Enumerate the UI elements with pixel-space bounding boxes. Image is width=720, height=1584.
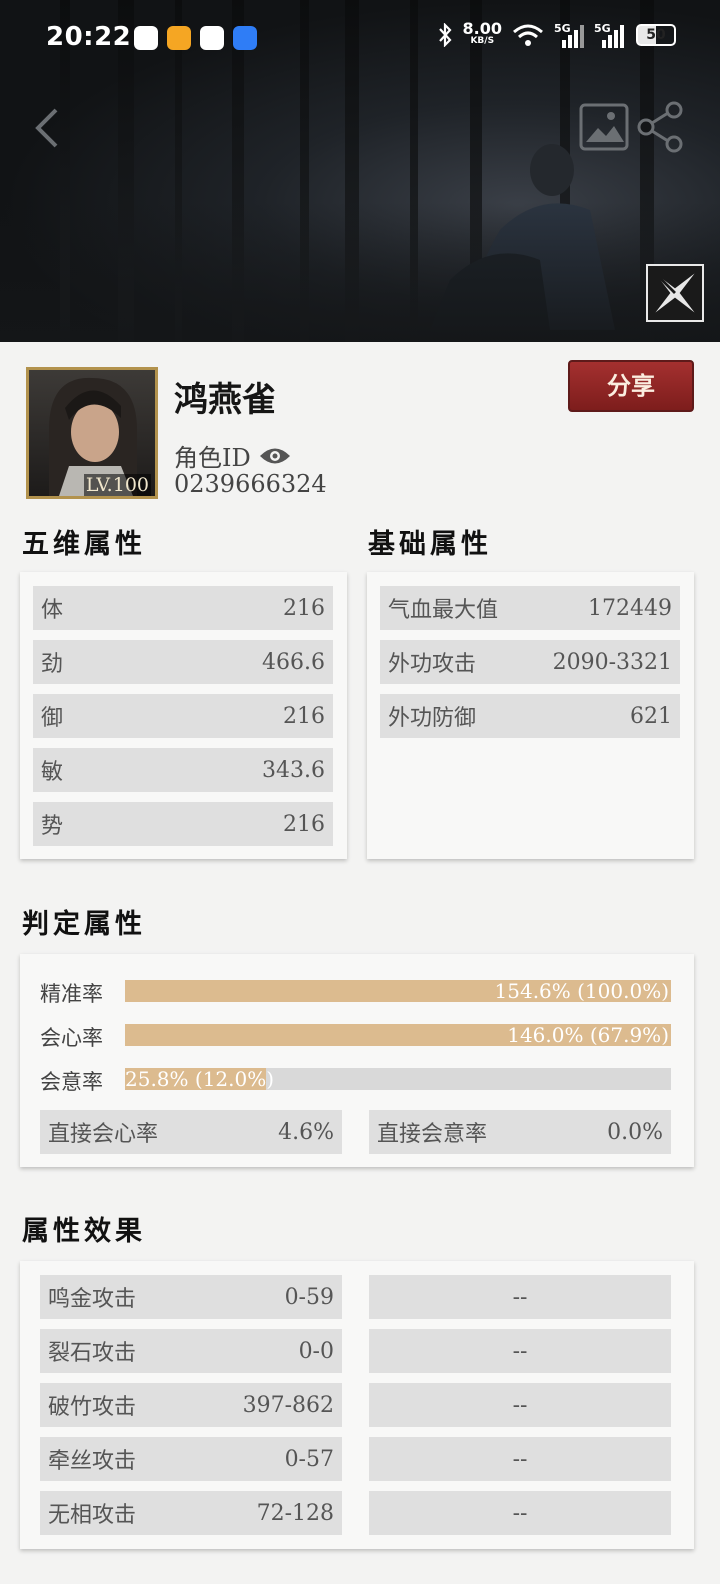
stat-value: 0-59 xyxy=(284,1284,334,1310)
sect-emblem-icon[interactable] xyxy=(646,264,704,322)
stat-label: 破竹攻击 xyxy=(48,1395,137,1420)
stat-value: 0.0% xyxy=(607,1119,663,1145)
role-id-label-row: 角色ID xyxy=(174,438,291,473)
five-dim-row: 劲 466.6 xyxy=(33,640,333,684)
share-button[interactable]: 分享 xyxy=(568,360,694,412)
image-icon[interactable] xyxy=(578,102,630,152)
direct-crit-row: 直接会心率 4.6% xyxy=(40,1110,342,1154)
stat-label: 外功攻击 xyxy=(388,652,477,677)
stat-value: 216 xyxy=(283,811,325,837)
app-icon-cloud xyxy=(134,26,158,50)
role-id-label: 角色ID xyxy=(174,444,251,472)
stat-value: -- xyxy=(512,1392,528,1418)
bar-label: 会意率 xyxy=(40,1070,103,1094)
app-icon-files xyxy=(233,26,257,50)
stat-value: -- xyxy=(512,1446,528,1472)
battery-icon: 50 xyxy=(636,24,676,46)
five-dim-row: 敏 343.6 xyxy=(33,748,333,792)
stat-value: 343.6 xyxy=(262,757,325,783)
net-speed: 8.00 KB/S xyxy=(462,19,502,47)
stat-bar: 146.0% (67.9%) xyxy=(125,1023,671,1047)
wifi-icon xyxy=(513,24,543,46)
stat-label: 直接会心率 xyxy=(48,1122,159,1147)
bar-text: 25.8% (12.0%) xyxy=(125,1067,275,1091)
effect-row-right: -- xyxy=(369,1275,671,1319)
effect-row: 鸣金攻击 0-59 xyxy=(40,1275,342,1319)
signal-icon-1: 5G xyxy=(554,22,584,48)
effect-row-right: -- xyxy=(369,1491,671,1535)
effect-row-right: -- xyxy=(369,1383,671,1427)
avatar: LV.100 xyxy=(26,367,158,499)
stat-bar: 25.8% (12.0%) xyxy=(125,1067,671,1091)
effects-title: 属性效果 xyxy=(22,1216,146,1247)
stat-label: 无相攻击 xyxy=(48,1503,137,1528)
five-dim-row: 御 216 xyxy=(33,694,333,738)
five-dim-row: 体 216 xyxy=(33,586,333,630)
stat-label: 鸣金攻击 xyxy=(48,1287,137,1312)
judge-card: 精准率 154.6% (100.0%) 会心率 146.0% (67.9%) 会… xyxy=(20,954,694,1167)
stat-value: 216 xyxy=(283,595,325,621)
stat-label: 体 xyxy=(41,598,64,623)
five-dim-card: 体 216 劲 466.6 御 216 敏 343.6 势 216 xyxy=(20,572,347,859)
stat-bar: 154.6% (100.0%) xyxy=(125,979,671,1003)
stat-value: -- xyxy=(512,1338,528,1364)
stat-label: 外功防御 xyxy=(388,706,477,731)
stat-label: 气血最大值 xyxy=(388,598,499,623)
effect-row-right: -- xyxy=(369,1437,671,1481)
signal-icon-2: 5G xyxy=(594,22,626,48)
app-icon-orange xyxy=(167,26,191,50)
level-badge: LV.100 xyxy=(83,474,151,496)
system-icons: 8.00 KB/S 5G 5G 50 xyxy=(437,19,676,48)
stat-value: 2090-3321 xyxy=(552,649,672,675)
stat-value: 72-128 xyxy=(256,1500,334,1526)
notification-icons xyxy=(134,26,257,50)
share-icon[interactable] xyxy=(634,100,686,154)
bar-text: 154.6% (100.0%) xyxy=(494,979,669,1003)
stat-label: 敏 xyxy=(41,760,64,785)
effect-row: 无相攻击 72-128 xyxy=(40,1491,342,1535)
stat-value: 466.6 xyxy=(262,649,325,675)
direct-intent-row: 直接会意率 0.0% xyxy=(369,1110,671,1154)
status-bar: 20:22 8.00 KB/S 5G 5G 50 xyxy=(0,0,720,80)
status-time: 20:22 xyxy=(46,22,132,52)
net-speed-value: 8.00 xyxy=(462,19,502,38)
stat-label: 劲 xyxy=(41,652,64,677)
stat-label: 势 xyxy=(41,814,64,839)
effect-row: 牵丝攻击 0-57 xyxy=(40,1437,342,1481)
stat-value: 397-862 xyxy=(242,1392,334,1418)
five-dim-row: 势 216 xyxy=(33,802,333,846)
stat-value: 0-0 xyxy=(298,1338,334,1364)
stat-value: -- xyxy=(512,1284,528,1310)
app-icon-photos xyxy=(200,26,224,50)
bluetooth-icon xyxy=(438,23,452,47)
eye-icon[interactable] xyxy=(259,445,291,467)
stat-value: 172449 xyxy=(588,595,672,621)
effect-row-right: -- xyxy=(369,1329,671,1373)
bar-text: 146.0% (67.9%) xyxy=(507,1023,669,1047)
five-dim-title: 五维属性 xyxy=(22,529,146,560)
stat-label: 裂石攻击 xyxy=(48,1341,137,1366)
basic-card: 气血最大值 172449 外功攻击 2090-3321 外功防御 621 xyxy=(367,572,694,859)
basic-row: 气血最大值 172449 xyxy=(380,586,680,630)
effect-row: 破竹攻击 397-862 xyxy=(40,1383,342,1427)
basic-title: 基础属性 xyxy=(368,529,492,560)
back-arrow-icon[interactable] xyxy=(28,104,68,152)
effects-card: 鸣金攻击 0-59 -- 裂石攻击 0-0 -- 破竹攻击 397-862 -- 牵丝… xyxy=(20,1261,694,1549)
bar-label: 精准率 xyxy=(40,982,103,1006)
stat-label: 御 xyxy=(41,706,64,731)
stat-value: 216 xyxy=(283,703,325,729)
stat-value: 4.6% xyxy=(278,1119,334,1145)
basic-row: 外功防御 621 xyxy=(380,694,680,738)
bar-label: 会心率 xyxy=(40,1026,103,1050)
stat-label: 直接会意率 xyxy=(377,1122,488,1147)
basic-row: 外功攻击 2090-3321 xyxy=(380,640,680,684)
character-name: 鸿燕雀 xyxy=(174,380,276,420)
effect-row: 裂石攻击 0-0 xyxy=(40,1329,342,1373)
stat-label: 牵丝攻击 xyxy=(48,1449,137,1474)
judge-title: 判定属性 xyxy=(22,909,146,940)
stat-value: 0-57 xyxy=(284,1446,334,1472)
stat-value: 621 xyxy=(630,703,672,729)
stat-value: -- xyxy=(512,1500,528,1526)
role-id-value: 0239666324 xyxy=(174,470,327,498)
